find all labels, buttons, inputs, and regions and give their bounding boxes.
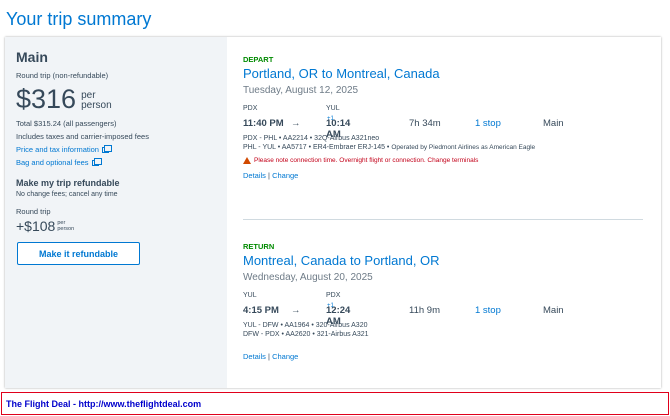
stops-link[interactable]: 1 stop [475,118,501,129]
depart-route: Portland, OR to Montreal, Canada [243,66,440,81]
bag-fees-link[interactable]: Bag and optional fees [16,157,216,167]
next-day-indicator: +1 [327,116,334,122]
change-link[interactable]: Change [272,171,298,180]
upsell-price: +$108 [16,218,56,234]
departure-time: 4:15 PM [243,305,279,316]
leg-divider [243,219,643,220]
arrival-time: 12:24 AM +1 [326,303,350,327]
return-links: Details | Change [243,352,643,361]
external-link-icon [91,157,102,166]
return-times: 4:15 PM → 12:24 AM +1 11h 9m 1 stop Main [243,303,643,327]
refundable-upsell-price: +$108 per person [16,219,216,234]
depart-tag: DEPART [243,55,274,64]
warning-text: Please note connection time. Overnight f… [254,157,479,164]
details-link[interactable]: Details [243,171,266,180]
depart-times: 11:40 PM → 10:14 AM +1 7h 34m 1 stop Main [243,116,643,140]
arrow-icon: → [291,118,301,129]
depart-date: Tuesday, August 12, 2025 [243,85,359,96]
segment-2: DFW - PDX • AA2620 • 321-Airbus A321 [243,331,369,338]
link-separator: | [268,352,270,361]
itinerary: DEPART Portland, OR to Montreal, Canada … [243,37,643,388]
trip-type: Round trip (non-refundable) [16,71,109,80]
return-leg: RETURN Montreal, Canada to Portland, OR … [243,242,643,361]
depart-airport-codes: PDX YUL [243,105,643,115]
origin-code: PDX [243,105,258,112]
stops-link[interactable]: 1 stop [475,305,501,316]
segment-1: YUL - DFW • AA1964 • 320-Airbus A320 [243,322,368,329]
cabin: Main [543,118,564,129]
link-separator: | [268,171,270,180]
return-airport-codes: YUL PDX [243,292,643,302]
arrival-time: 10:14 AM +1 [326,116,350,140]
price-tax-link[interactable]: Price and tax information [16,144,216,154]
change-link[interactable]: Change [272,352,298,361]
connection-warning: Please note connection time. Overnight f… [243,157,643,164]
origin-code: YUL [243,292,257,299]
source-footer: The Flight Deal - http://www.theflightde… [1,392,669,415]
upsell-person-label: person [57,226,75,232]
destination-code: YUL [326,105,340,112]
duration: 7h 34m [409,118,441,129]
fare-sidebar: Main Round trip (non-refundable) $316 pe… [5,37,227,388]
footer-text: The Flight Deal - http://www.theflightde… [6,398,202,409]
trip-summary-card: Main Round trip (non-refundable) $316 pe… [5,37,661,388]
bag-fees-link-label: Bag and optional fees [16,158,89,167]
departure-time: 11:40 PM [243,118,284,129]
operator-note: Operated by Piedmont Airlines as America… [391,144,536,151]
person-label: person [81,100,112,111]
segment-2-info: PHL - YUL • AA5717 • ER4-Embraer ERJ-145… [243,144,390,151]
duration: 11h 9m [409,305,440,316]
return-route: Montreal, Canada to Portland, OR [243,253,440,268]
cabin: Main [543,305,564,316]
external-link-icon [101,144,112,153]
return-date: Wednesday, August 20, 2025 [243,272,373,283]
price-per-person: $316 [16,84,77,114]
page-title: Your trip summary [6,9,152,29]
no-change-fees-note: No change fees; cancel any time [16,191,118,198]
taxes-note: Includes taxes and carrier-imposed fees [16,132,149,141]
per-person-label: per person [81,91,112,113]
price-tax-link-label: Price and tax information [16,145,99,154]
details-link[interactable]: Details [243,352,266,361]
segment-2: PHL - YUL • AA5717 • ER4-Embraer ERJ-145… [243,144,643,151]
segment-1: PDX - PHL • AA2214 • 32Q-Airbus A321neo [243,135,380,142]
next-day-indicator: +1 [327,303,334,309]
round-trip-label: Round trip [16,207,51,216]
price-row: $316 per person [16,85,216,113]
fare-name: Main [16,49,48,65]
depart-leg: DEPART Portland, OR to Montreal, Canada … [243,55,643,180]
make-refundable-button[interactable]: Make it refundable [17,242,140,265]
warning-icon [243,157,251,164]
refundable-heading: Make my trip refundable [16,178,120,188]
upsell-per-person: per person [57,220,74,234]
depart-links: Details | Change [243,171,643,180]
destination-code: PDX [326,292,341,299]
arrow-icon: → [291,305,301,316]
return-tag: RETURN [243,242,275,251]
total-price: Total $315.24 (all passengers) [16,119,117,128]
